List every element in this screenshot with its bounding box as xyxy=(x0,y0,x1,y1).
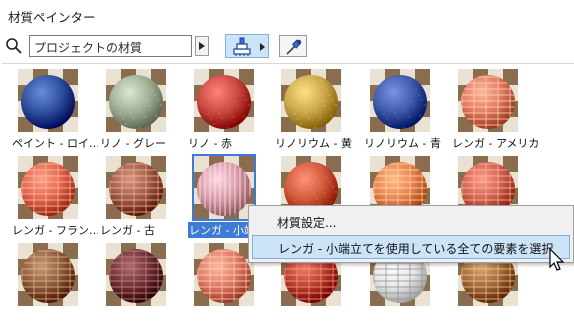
material-label: レンガ - フラン… xyxy=(12,224,98,237)
context-menu: 材質設定... レンガ - 小端立てを使用している全ての要素を選択 xyxy=(248,205,574,263)
material-thumbnail xyxy=(458,69,518,132)
material-tile[interactable]: リノリウム - 黄 xyxy=(275,67,352,151)
material-grid: ペイント - ロイ… リノ - グレー リノ - 赤 リノリウム - 黄リノリウム -… xyxy=(2,63,574,308)
paint-brush-icon xyxy=(233,37,251,56)
material-tile[interactable]: レンガ - アメリカ… xyxy=(452,67,538,151)
material-thumbnail xyxy=(18,243,78,306)
material-tile[interactable]: レンガ - フラン… xyxy=(12,154,98,238)
material-thumbnail xyxy=(370,69,430,132)
material-thumbnail xyxy=(194,69,254,132)
material-thumbnail xyxy=(106,69,166,132)
eyedropper-button[interactable] xyxy=(279,35,307,57)
material-tile[interactable]: レンガ - 古 xyxy=(100,154,170,238)
material-tile[interactable] xyxy=(12,241,82,325)
material-tile[interactable]: ペイント - ロイ… xyxy=(12,67,98,151)
search-next-button[interactable] xyxy=(195,36,209,56)
search-icon xyxy=(6,38,22,54)
menu-item-material-settings[interactable]: 材質設定... xyxy=(255,212,567,232)
material-label: リノ - グレー xyxy=(100,137,166,150)
window-title: 材質ペインター xyxy=(8,10,96,25)
toolbar: プロジェクトの材質 xyxy=(0,31,574,61)
material-tile[interactable]: リノ - グレー xyxy=(100,67,170,151)
material-thumbnail xyxy=(194,243,254,306)
menu-item-select-all-elements[interactable]: レンガ - 小端立てを使用している全ての要素を選択 xyxy=(252,235,570,259)
material-label: レンガ - 古 xyxy=(100,224,155,237)
search-input[interactable]: プロジェクトの材質 xyxy=(29,35,192,57)
material-label: リノリウム - 青 xyxy=(364,137,441,150)
mouse-cursor-icon xyxy=(549,248,565,271)
material-thumbnail xyxy=(106,243,166,306)
material-thumbnail xyxy=(281,69,341,132)
material-painter-window: 材質ペインター プロジェクトの材質 ペイント - ロイ… リノ - グレー リノ… xyxy=(0,0,574,308)
material-label: レンガ - 小端立 xyxy=(188,222,256,238)
close-button[interactable] xyxy=(536,0,574,30)
title-bar: 材質ペインター xyxy=(0,0,574,30)
material-label: リノリウム - 黄 xyxy=(275,137,352,150)
paint-brush-button[interactable] xyxy=(225,34,269,58)
eyedropper-icon xyxy=(286,39,302,55)
material-label: ペイント - ロイ… xyxy=(12,137,98,150)
dropdown-arrow-icon xyxy=(260,43,265,51)
material-thumbnail xyxy=(106,156,166,219)
material-tile[interactable] xyxy=(100,241,170,325)
material-thumbnail xyxy=(18,156,78,219)
search-value: プロジェクトの材質 xyxy=(34,41,143,55)
material-tile[interactable]: リノ - 赤 xyxy=(188,67,258,151)
material-tile[interactable]: リノリウム - 青 xyxy=(364,67,441,151)
material-label: レンガ - アメリカ… xyxy=(452,137,538,150)
material-thumbnail xyxy=(18,69,78,132)
material-label: リノ - 赤 xyxy=(188,137,232,150)
material-thumbnail xyxy=(192,154,256,221)
